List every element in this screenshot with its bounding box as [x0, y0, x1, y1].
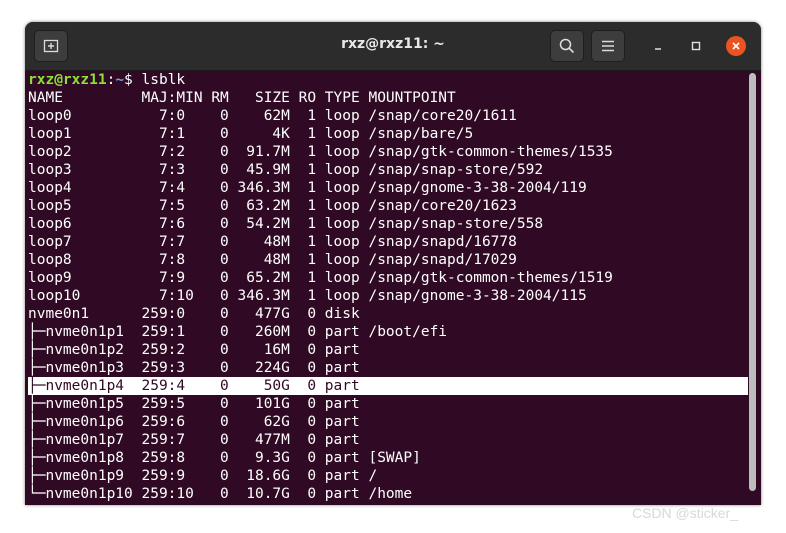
search-button[interactable] — [550, 30, 584, 62]
output-row: ├─nvme0n1p7 259:7 0 477M 0 part — [28, 432, 369, 448]
output-row: loop3 7:3 0 45.9M 1 loop /snap/snap-stor… — [28, 162, 544, 178]
close-icon — [732, 42, 740, 50]
close-button[interactable] — [726, 36, 746, 56]
search-icon — [559, 38, 575, 54]
prompt-path: ~ — [115, 72, 125, 88]
output-row: loop8 7:8 0 48M 1 loop /snap/snapd/17029 — [28, 252, 517, 268]
minimize-icon — [655, 48, 661, 50]
output-row: loop9 7:9 0 65.2M 1 loop /snap/gtk-commo… — [28, 270, 613, 286]
output-row: loop2 7:2 0 91.7M 1 loop /snap/gtk-commo… — [28, 144, 613, 160]
command-prompt-line: rxz@rxz11:~$ lsblk — [28, 71, 748, 89]
output-row: ├─nvme0n1p9 259:9 0 18.6G 0 part / — [28, 468, 378, 484]
output-row: ├─nvme0n1p2 259:2 0 16M 0 part — [28, 342, 369, 358]
output-header: NAME MAJ:MIN RM SIZE RO TYPE MOUNTPOINT — [28, 90, 456, 106]
output-row: loop1 7:1 0 4K 1 loop /snap/bare/5 — [28, 126, 474, 142]
output-row: loop7 7:7 0 48M 1 loop /snap/snapd/16778 — [28, 234, 517, 250]
minimize-button[interactable] — [649, 37, 667, 55]
title-bar: rxz@rxz11: ~ — [25, 22, 761, 71]
output-row: ├─nvme0n1p5 259:5 0 101G 0 part — [28, 396, 369, 412]
output-row: loop6 7:6 0 54.2M 1 loop /snap/snap-stor… — [28, 216, 544, 232]
prompt-symbol: $ — [124, 72, 142, 88]
output-row-selected: ├─nvme0n1p4 259:4 0 50G 0 part — [28, 377, 748, 395]
output-row: ├─nvme0n1p1 259:1 0 260M 0 part /boot/ef… — [28, 324, 448, 340]
output-row: └─nvme0n1p10 259:10 0 10.7G 0 part /home — [28, 486, 413, 502]
output-row: ├─nvme0n1p3 259:3 0 224G 0 part — [28, 360, 369, 376]
output-row: nvme0n1 259:0 0 477G 0 disk — [28, 306, 369, 322]
output-row: ├─nvme0n1p6 259:6 0 62G 0 part — [28, 414, 369, 430]
terminal-window: rxz@rxz11: ~ rxz@rxz11:~$ lsblk NAME MAJ… — [25, 22, 761, 505]
maximize-icon — [691, 41, 701, 51]
output-row: loop10 7:10 0 346.3M 1 loop /snap/gnome-… — [28, 288, 587, 304]
output-row: loop4 7:4 0 346.3M 1 loop /snap/gnome-3-… — [28, 180, 587, 196]
menu-button[interactable] — [591, 30, 625, 62]
output-row: loop0 7:0 0 62M 1 loop /snap/core20/1611 — [28, 108, 517, 124]
terminal-output[interactable]: rxz@rxz11:~$ lsblk NAME MAJ:MIN RM SIZE … — [28, 71, 748, 505]
prompt-user-host: rxz@rxz11 — [28, 72, 107, 88]
output-row: loop5 7:5 0 63.2M 1 loop /snap/core20/16… — [28, 198, 517, 214]
prompt-colon: : — [106, 72, 116, 88]
maximize-button[interactable] — [687, 37, 705, 55]
vertical-scrollbar[interactable] — [749, 73, 756, 491]
output-row: ├─nvme0n1p8 259:8 0 9.3G 0 part [SWAP] — [28, 450, 421, 466]
hamburger-menu-icon — [602, 40, 614, 52]
command-text: lsblk — [141, 72, 186, 88]
watermark: CSDN @sticker_ — [632, 505, 739, 521]
